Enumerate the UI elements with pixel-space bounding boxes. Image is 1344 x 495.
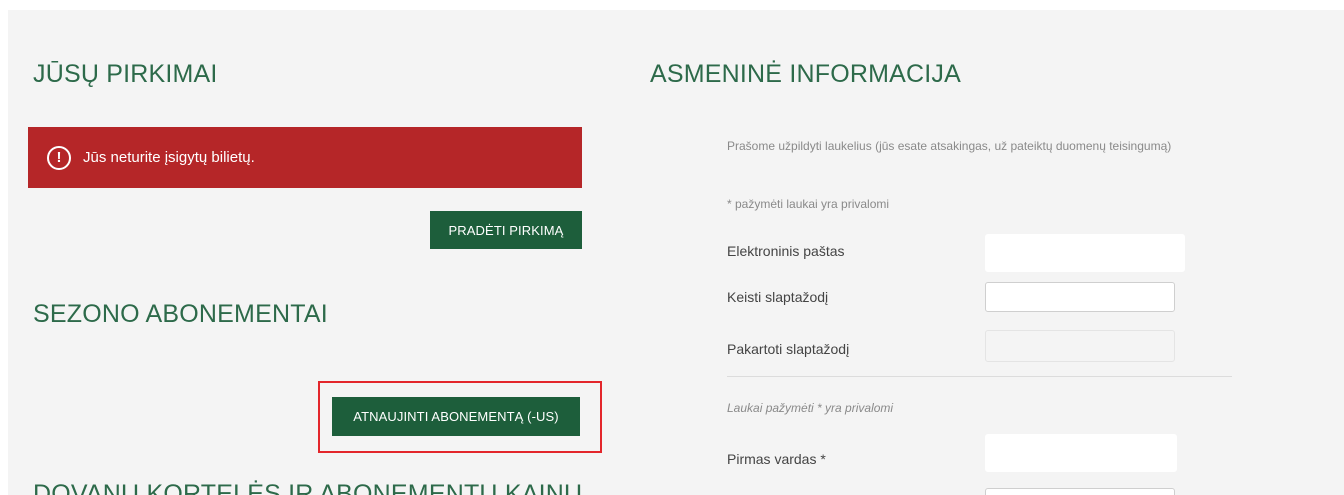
gift-cards-title: DOVANŲ KORTELĖS IR ABONEMENTŲ KAINU [33, 480, 583, 495]
account-page: JŪSŲ PIRKIMAI ! Jūs neturite įsigytų bil… [8, 10, 1344, 495]
password-repeat-label: Pakartoti slaptažodį [727, 341, 850, 357]
renew-subscription-button[interactable]: ATNAUJINTI ABONEMENTĄ (-US) [332, 397, 580, 436]
password-field[interactable] [985, 282, 1175, 312]
form-divider [727, 376, 1232, 377]
required-fields-note: * pažymėti laukai yra privalomi [727, 197, 890, 211]
password-label: Keisti slaptažodį [727, 289, 829, 305]
purchases-title: JŪSŲ PIRKIMAI [33, 60, 218, 88]
email-label: Elektroninis paštas [727, 243, 845, 259]
no-tickets-alert: ! Jūs neturite įsigytų bilietų. [28, 127, 582, 188]
season-tickets-title: SEZONO ABONEMENTAI [33, 300, 328, 328]
alert-text: Jūs neturite įsigytų bilietų. [83, 149, 255, 166]
start-purchase-button[interactable]: PRADĖTI PIRKIMĄ [430, 211, 582, 249]
password-repeat-field[interactable] [985, 330, 1175, 362]
first-name-label: Pirmas vardas * [727, 451, 826, 467]
exclamation-circle-icon: ! [47, 145, 71, 170]
personal-info-title: ASMENINĖ INFORMACIJA [650, 60, 961, 88]
form-instructions: Prašome užpildyti laukelius (jūs esate a… [727, 139, 1172, 153]
next-field[interactable] [985, 488, 1175, 495]
top-bar [0, 0, 1344, 10]
first-name-field[interactable] [985, 434, 1177, 472]
required-fields-note-italic: Laukai pažymėti * yra privalomi [727, 401, 894, 415]
email-field[interactable] [985, 234, 1185, 272]
